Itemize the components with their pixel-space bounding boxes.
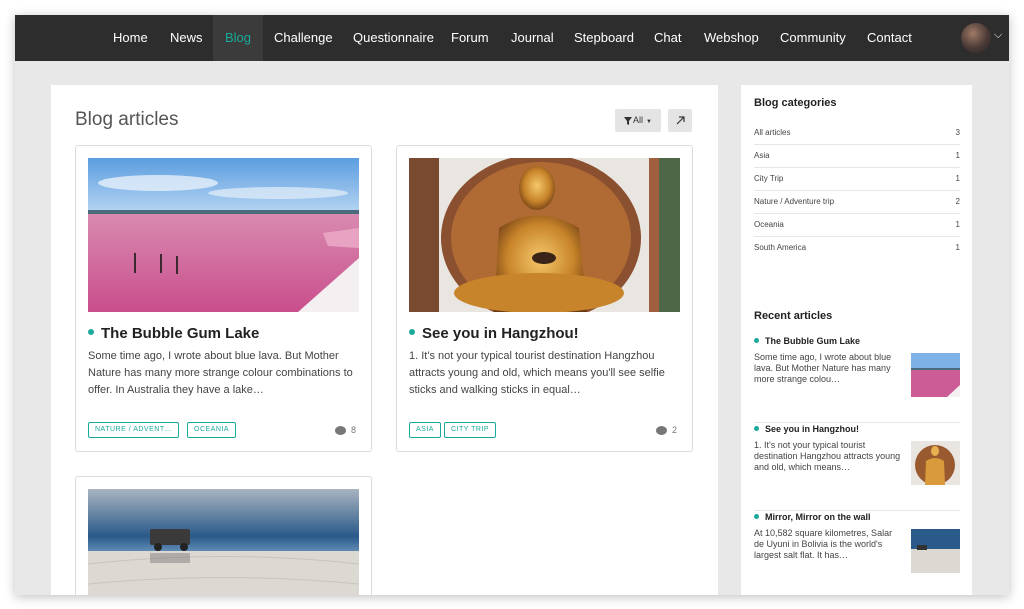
comment-icon	[335, 426, 346, 436]
filter-button[interactable]: All ▼	[615, 109, 661, 132]
sidebar: Blog categories All articles 3 Asia 1 City…	[741, 85, 972, 595]
nav-community[interactable]: Community	[780, 15, 846, 61]
recent-article-title-text[interactable]: See you in Hangzhou!	[765, 424, 859, 434]
article-image-pink-lake[interactable]	[88, 158, 359, 312]
nav-challenge[interactable]: Challenge	[274, 15, 333, 61]
article-title[interactable]: See you in Hangzhou!	[409, 325, 579, 342]
article-card[interactable]: The Bubble Gum Lake Some time ago, I wro…	[75, 145, 372, 452]
user-avatar[interactable]	[961, 23, 991, 53]
recent-article-title-text[interactable]: The Bubble Gum Lake	[765, 336, 860, 346]
category-label: South America	[754, 243, 807, 252]
recent-article-title-text[interactable]: Mirror, Mirror on the wall	[765, 512, 871, 522]
recent-article[interactable]: The Bubble Gum Lake Some time ago, I wro…	[754, 336, 960, 423]
category-item[interactable]: South America 1	[754, 237, 960, 260]
nav-forum[interactable]: Forum	[451, 15, 489, 61]
recent-thumb-buddha[interactable]	[911, 441, 960, 485]
article-card[interactable]: See you in Hangzhou! 1. It's not your ty…	[396, 145, 693, 452]
category-label: Nature / Adventure trip	[754, 197, 835, 206]
category-item[interactable]: Oceania 1	[754, 214, 960, 237]
filter-icon	[624, 116, 633, 125]
top-nav: Home News Blog Challenge Questionnaire F…	[15, 15, 1009, 61]
tag-city-trip[interactable]: CITY TRIP	[444, 422, 497, 438]
category-count: 1	[955, 243, 960, 252]
nav-stepboard[interactable]: Stepboard	[574, 15, 634, 61]
sort-button[interactable]	[668, 109, 692, 132]
article-excerpt: 1. It's not your typical tourist destina…	[409, 350, 665, 396]
article-image-salt-flat[interactable]	[88, 489, 359, 595]
recent-heading: Recent articles	[754, 310, 833, 322]
sort-icon	[676, 116, 685, 125]
nav-webshop[interactable]: Webshop	[704, 15, 759, 61]
tag-nature[interactable]: NATURE / ADVENT…	[88, 422, 180, 438]
recent-thumb-salt-flat[interactable]	[911, 529, 960, 573]
recent-article-excerpt: 1. It's not your typical tourist destina…	[754, 440, 901, 472]
tag-asia[interactable]: ASIA	[409, 422, 441, 438]
category-count: 1	[955, 151, 960, 160]
comment-count-value: 2	[672, 425, 678, 435]
comment-count[interactable]: 2	[656, 425, 678, 436]
bullet-dot	[754, 338, 759, 344]
bullet-dot	[409, 329, 415, 336]
article-title-text[interactable]: The Bubble Gum Lake	[101, 325, 259, 342]
recent-article[interactable]: See you in Hangzhou! 1. It's not your ty…	[754, 424, 960, 511]
article-title[interactable]: The Bubble Gum Lake	[88, 325, 259, 342]
category-count: 1	[955, 174, 960, 183]
recent-thumb-pink-lake[interactable]	[911, 353, 960, 397]
category-item[interactable]: All articles 3	[754, 122, 960, 145]
category-count: 2	[955, 197, 960, 206]
caret-down-icon: ▼	[646, 119, 652, 125]
nav-questionnaire[interactable]: Questionnaire	[353, 15, 434, 61]
bullet-dot	[754, 514, 759, 520]
recent-article[interactable]: Mirror, Mirror on the wall At 10,582 squ…	[754, 512, 960, 595]
article-image-buddha[interactable]	[409, 158, 680, 312]
app-frame: Home News Blog Challenge Questionnaire F…	[15, 15, 1009, 595]
category-item[interactable]: Nature / Adventure trip 2	[754, 191, 960, 214]
chevron-down-icon[interactable]: ⌵	[994, 29, 1002, 42]
recent-article-excerpt: At 10,582 square kilometres, Salar de Uy…	[754, 528, 893, 560]
nav-journal[interactable]: Journal	[511, 15, 554, 61]
category-count: 1	[955, 220, 960, 229]
article-card[interactable]	[75, 476, 372, 595]
category-label: Oceania	[754, 220, 784, 229]
comment-count[interactable]: 8	[335, 425, 357, 436]
comment-icon	[656, 426, 667, 436]
nav-chat[interactable]: Chat	[654, 15, 681, 61]
nav-blog[interactable]: Blog	[213, 15, 264, 61]
nav-news[interactable]: News	[170, 15, 203, 61]
article-excerpt: Some time ago, I wrote about blue lava. …	[88, 350, 353, 396]
nav-home[interactable]: Home	[113, 15, 148, 61]
recent-article-title[interactable]: See you in Hangzhou!	[754, 424, 859, 434]
categories-heading: Blog categories	[754, 97, 837, 109]
filter-label: All	[633, 115, 644, 125]
recent-article-excerpt: Some time ago, I wrote about blue lava. …	[754, 352, 892, 384]
category-label: Asia	[754, 151, 770, 160]
category-item[interactable]: Asia 1	[754, 145, 960, 168]
category-label: City Trip	[754, 174, 784, 183]
category-item[interactable]: City Trip 1	[754, 168, 960, 191]
bullet-dot	[754, 426, 759, 432]
page-title: Blog articles	[75, 109, 179, 130]
category-count: 3	[955, 128, 960, 137]
nav-contact[interactable]: Contact	[867, 15, 912, 61]
tag-oceania[interactable]: OCEANIA	[187, 422, 237, 438]
bullet-dot	[88, 329, 94, 336]
recent-article-title[interactable]: The Bubble Gum Lake	[754, 336, 860, 346]
article-title-text[interactable]: See you in Hangzhou!	[422, 325, 579, 342]
blog-panel: Blog articles All ▼ The Bubble Gum Lake …	[51, 85, 718, 595]
recent-article-title[interactable]: Mirror, Mirror on the wall	[754, 512, 871, 522]
comment-count-value: 8	[351, 425, 357, 435]
category-label: All articles	[754, 128, 791, 137]
